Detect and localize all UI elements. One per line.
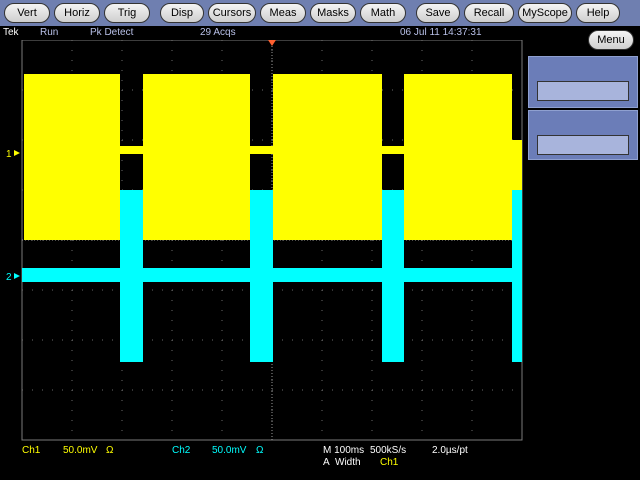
record-resolution-readout: 2.0µs/pt (432, 445, 468, 456)
ch2-marker: 2 (6, 272, 12, 283)
sample-rate-readout: 500kS/s (370, 445, 407, 456)
menu-button[interactable]: Menu (588, 30, 634, 50)
run-state: Run (40, 27, 59, 38)
ch2-ground-marker-icon (14, 273, 20, 279)
ch2-coupling-icon: Ω (256, 445, 264, 456)
acquisition-count: 29 Acqs (200, 27, 236, 38)
brand-label: Tek (3, 27, 19, 38)
ch2-pulse (250, 190, 273, 362)
vert-button[interactable]: Vert (4, 3, 50, 23)
trig-button[interactable]: Trig (104, 3, 150, 23)
trigger-prefix[interactable]: A (323, 457, 330, 468)
status-bar: Tek Run Pk Detect 29 Acqs 06 Jul 11 14:3… (0, 26, 526, 40)
ch1-burst (143, 74, 250, 240)
horiz-button[interactable]: Horiz (54, 3, 100, 23)
trigger-source[interactable]: Ch1 (380, 457, 398, 468)
trigger-type[interactable]: Width (335, 457, 361, 468)
recall-button[interactable]: Recall (464, 3, 514, 23)
ch1-label[interactable]: Ch1 (22, 445, 40, 456)
date-time: 06 Jul 11 14:37:31 (400, 27, 482, 38)
ch1-burst (273, 74, 382, 240)
timebase-readout[interactable]: M 100ms (323, 445, 364, 456)
ch2-pulse (120, 190, 143, 362)
ch1-scale[interactable]: 50.0mV (63, 445, 97, 456)
ch2-label[interactable]: Ch2 (172, 445, 190, 456)
ch1-coupling-icon: Ω (106, 445, 114, 456)
masks-button[interactable]: Masks (310, 3, 356, 23)
right-side-panel: Menu (526, 26, 640, 480)
menu-toolbar: Vert Horiz Trig Disp Cursors Meas Masks … (0, 0, 640, 26)
bottom-readout: Ch1 50.0mV Ω Ch2 50.0mV Ω M 100ms 500kS/… (0, 442, 526, 480)
side-readout-box-2 (528, 110, 638, 160)
meas-button[interactable]: Meas (260, 3, 306, 23)
ch1-ground-marker-icon (14, 150, 20, 156)
ch1-burst (24, 74, 120, 240)
cursors-button[interactable]: Cursors (208, 3, 256, 23)
disp-button[interactable]: Disp (160, 3, 204, 23)
ch1-burst (404, 74, 512, 240)
ch2-pulse (512, 190, 522, 362)
trigger-position-icon (268, 40, 276, 46)
ch2-pulse (382, 190, 404, 362)
side-readout-field-2[interactable] (537, 135, 629, 155)
ch1-marker: 1 (6, 149, 12, 160)
graticule-svg: 1 2 (6, 40, 523, 441)
save-button[interactable]: Save (416, 3, 460, 23)
math-button[interactable]: Math (360, 3, 406, 23)
side-readout-field-1[interactable] (537, 81, 629, 101)
help-button[interactable]: Help (576, 3, 620, 23)
ch2-scale[interactable]: 50.0mV (212, 445, 246, 456)
myscope-button[interactable]: MyScope (518, 3, 572, 23)
waveform-display[interactable]: 1 2 (0, 40, 526, 442)
side-readout-box-1 (528, 56, 638, 108)
acquisition-mode: Pk Detect (90, 27, 134, 38)
